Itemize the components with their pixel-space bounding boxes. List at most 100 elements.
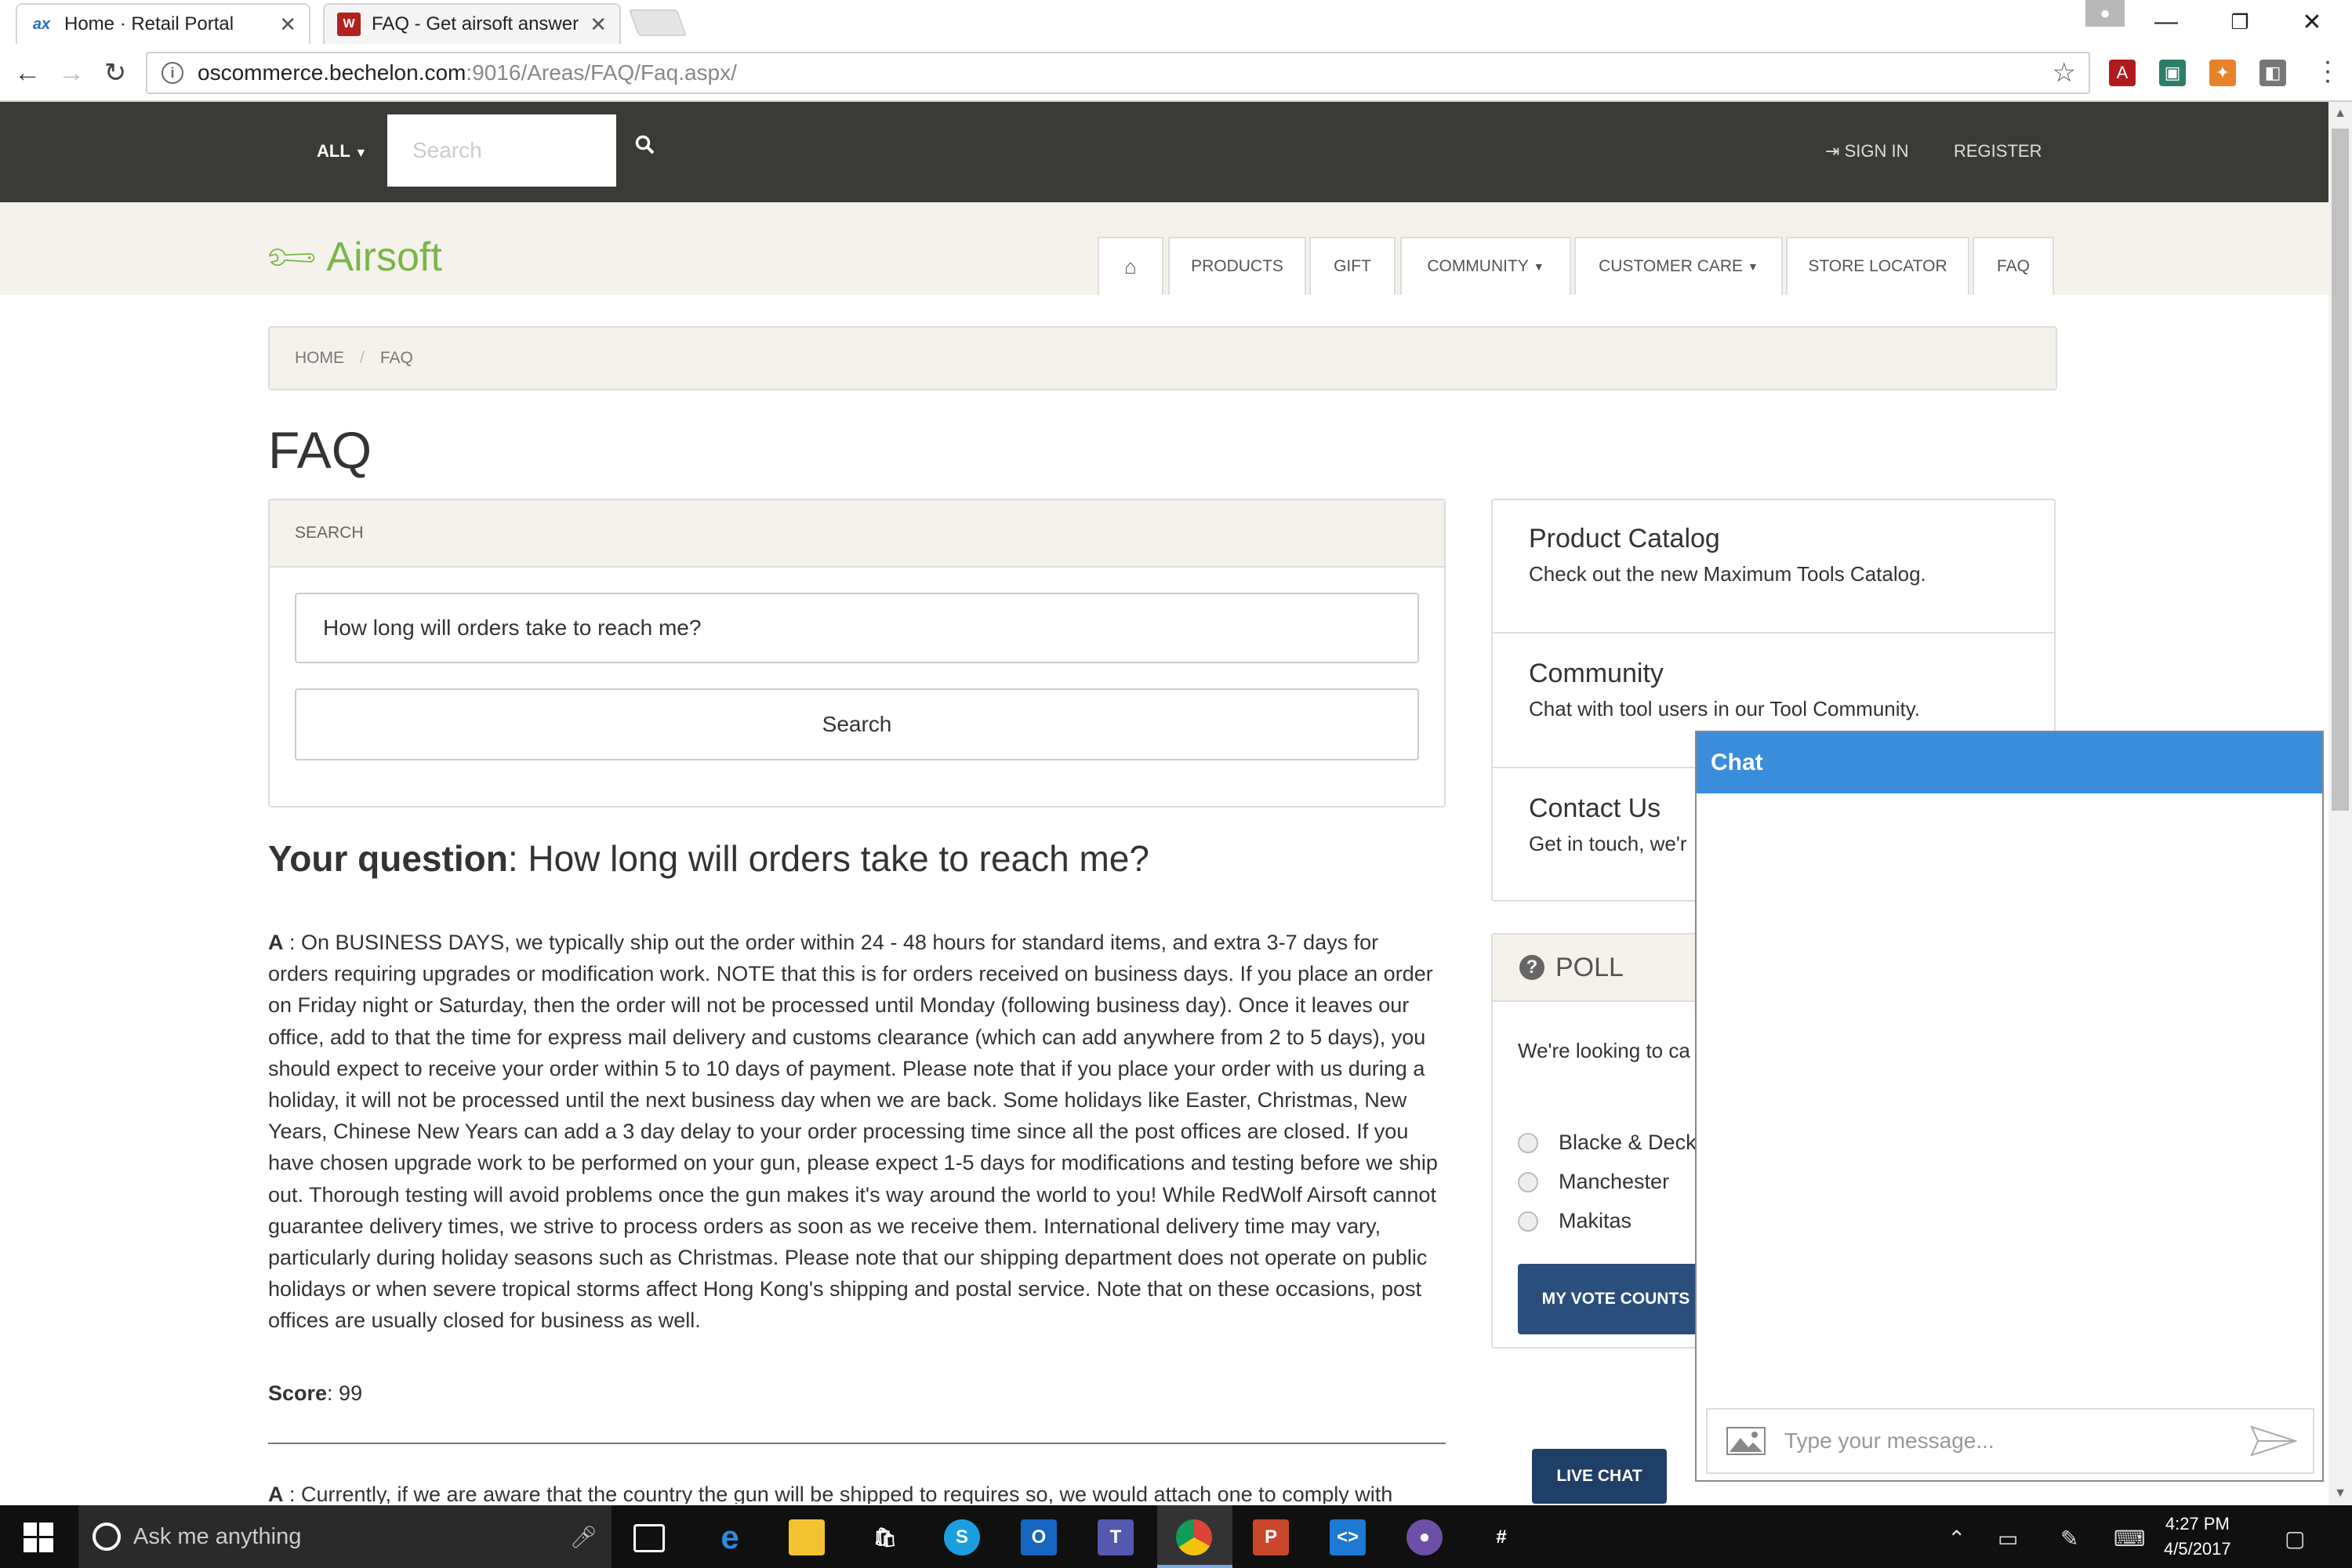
radio-button[interactable] [1518,1171,1538,1192]
answer-text: A : On BUSINESS DAYS, we typically ship … [268,927,1444,1337]
image-attach-icon[interactable] [1726,1427,1766,1455]
windows-start-icon[interactable] [24,1523,53,1552]
fox-extension-icon[interactable]: ✦ [2209,60,2236,86]
forward-arrow-icon[interactable]: → [52,53,91,93]
notifications-icon[interactable]: ▢ [2285,1526,2305,1552]
faq-search-panel: SEARCH Search [268,499,1446,808]
url-path: :9016/Areas/FAQ/Faq.aspx/ [466,60,737,85]
register-link[interactable]: REGISTER [1954,141,2042,162]
tray-chevron-up-icon[interactable]: ⌃ [1947,1526,1965,1552]
pen-icon[interactable]: ✎ [2060,1526,2078,1552]
radio-button[interactable] [1518,1132,1538,1153]
answer-body: : On BUSINESS DAYS, we typically ship ou… [268,931,1438,1333]
caret-down-icon: ▼ [1748,260,1759,273]
keyboard-icon[interactable]: ⌨ [2114,1526,2145,1552]
acrobat-extension-icon[interactable]: A [2109,60,2136,86]
menu-faq[interactable]: FAQ [1973,237,2054,295]
brand-name: Airsoft [326,234,442,280]
send-icon[interactable] [2250,1425,2297,1457]
microphone-icon[interactable]: 🎤︎ [569,1524,597,1550]
skype-icon[interactable]: S [944,1519,980,1555]
poll-option[interactable]: Blacke & Decka [1518,1131,1708,1155]
vote-button[interactable]: MY VOTE COUNTS [1518,1264,1714,1334]
store-icon[interactable]: 🛍︎ [867,1519,903,1555]
home-menu-button[interactable]: ⌂ [1098,237,1163,295]
outlook-icon[interactable]: O [1021,1519,1057,1555]
cortana-search-box[interactable]: Ask me anything 🎤︎ [78,1505,612,1568]
remote-desktop-icon[interactable]: <> [1330,1519,1366,1555]
poll-option[interactable]: Makitas [1518,1209,1632,1233]
page-scrollbar[interactable]: ▲ ▼ [2328,102,2352,1505]
answer-prefix: A [268,931,284,954]
your-question-text: : How long will orders take to reach me? [507,838,1149,879]
menu-products[interactable]: PRODUCTS [1168,237,1306,295]
score-value: : 99 [327,1381,363,1405]
scroll-up-arrow-icon[interactable]: ▲ [2328,102,2352,125]
new-tab-button[interactable] [628,9,688,36]
scroll-down-arrow-icon[interactable]: ▼ [2328,1482,2352,1505]
back-arrow-icon[interactable]: ← [8,53,47,93]
faq-question-input[interactable] [295,593,1419,663]
system-clock[interactable]: 4:27 PM 4/5/2017 [2164,1512,2231,1562]
url-field[interactable]: i oscommerce.bechelon.com :9016/Areas/FA… [146,52,2090,94]
live-chat-button[interactable]: LIVE CHAT [1532,1449,1667,1504]
slack-icon[interactable]: # [1483,1519,1519,1555]
category-dropdown-label: ALL [317,141,350,161]
breadcrumb-faq: FAQ [379,349,413,367]
teams-icon[interactable]: T [1098,1519,1134,1555]
scrollbar-thumb[interactable] [2332,129,2349,811]
browser-tab-faq[interactable]: W FAQ - Get airsoft answer ✕ [323,3,621,44]
search-icon[interactable] [635,135,666,166]
minimize-button[interactable]: — [2131,0,2201,44]
github-icon[interactable]: ● [1406,1519,1443,1555]
menu-store-locator[interactable]: STORE LOCATOR [1786,237,1969,295]
wrench-icon: 🔧︎ [260,226,321,288]
breadcrumb-home[interactable]: HOME [295,349,344,368]
sidebar-item-text: Chat with tool users in our Tool Communi… [1529,697,1921,720]
site-top-nav: ALL ▼ ⇥ SIGN IN REGISTER [0,102,2328,202]
close-icon[interactable]: ✕ [590,13,607,37]
category-dropdown[interactable]: ALL ▼ [317,141,367,162]
poll-option-label: Blacke & Decka [1559,1131,1708,1154]
reload-icon[interactable]: ↻ [96,53,135,93]
poll-title: POLL [1555,952,1624,982]
file-explorer-icon[interactable] [789,1519,825,1555]
chat-message-input[interactable] [1784,1428,2250,1454]
sidebar-item-product-catalog[interactable]: Product Catalog Check out the new Maximu… [1493,500,2054,633]
home-icon: ⌂ [1124,254,1137,278]
chrome-icon[interactable] [1176,1519,1212,1555]
edge-icon[interactable]: e [712,1519,748,1555]
radio-button[interactable] [1518,1210,1538,1232]
extension-icon[interactable]: ◧ [2259,60,2286,86]
profile-icon[interactable]: ● [2085,0,2125,27]
menu-customer-care[interactable]: CUSTOMER CARE ▼ [1574,237,1783,295]
restore-button[interactable]: ❐ [2205,0,2275,44]
browser-tab-home[interactable]: ax Home · Retail Portal ✕ [16,3,310,44]
chat-header[interactable]: Chat [1697,732,2322,793]
close-window-button[interactable]: ✕ [2277,0,2347,44]
faq-search-button[interactable]: Search [295,688,1419,760]
your-question-label: Your question [268,838,508,879]
brand-logo[interactable]: 🔧︎ Airsoft [260,227,442,288]
close-icon[interactable]: ✕ [279,13,296,37]
sign-in-link[interactable]: ⇥ SIGN IN [1825,141,1908,162]
task-view-icon[interactable] [633,1524,665,1552]
your-question-heading: Your question: How long will orders take… [268,837,1149,880]
powerpoint-icon[interactable]: P [1253,1519,1289,1555]
clock-date: 4/5/2017 [2164,1539,2231,1559]
menu-community[interactable]: COMMUNITY ▼ [1400,237,1571,295]
caret-down-icon: ▼ [1533,260,1544,273]
ax-logo-icon: ax [32,15,51,33]
answer-text: A : Currently, if we are aware that the … [268,1479,1444,1504]
bookmark-star-icon[interactable]: ☆ [2053,57,2076,89]
image-extension-icon[interactable]: ▣ [2159,60,2186,86]
menu-community-label: COMMUNITY [1427,257,1529,275]
cortana-icon [93,1523,121,1551]
battery-icon[interactable]: ▭ [1998,1526,2018,1552]
info-icon[interactable]: i [162,62,183,84]
menu-gift[interactable]: GIFT [1309,237,1396,295]
poll-option[interactable]: Manchester [1518,1170,1669,1194]
browser-menu-icon[interactable]: · · · [2316,48,2339,93]
sidebar-item-text: Check out the new Maximum Tools Catalog. [1529,562,1926,586]
site-search-input[interactable] [387,114,616,187]
